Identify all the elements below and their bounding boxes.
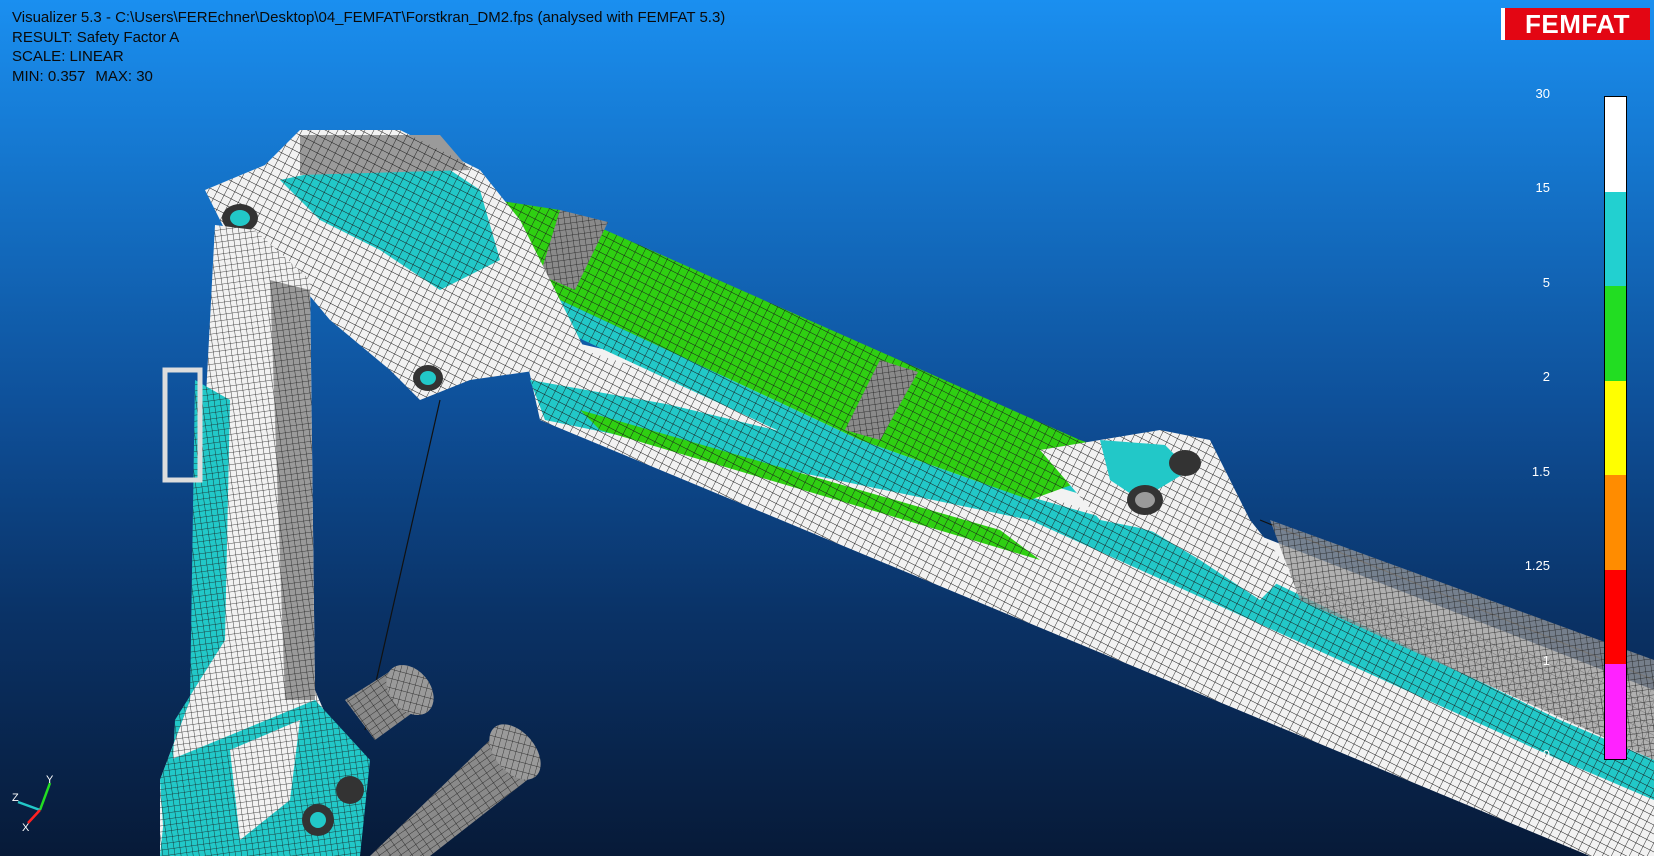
legend-swatch-5 [1605, 475, 1626, 570]
scale-label: SCALE: LINEAR [12, 48, 124, 66]
legend-swatch-2 [1605, 191, 1626, 286]
legend-label-2: 2 [1542, 369, 1550, 384]
main-boom[interactable] [520, 330, 1654, 856]
axis-triad: Y Z X [12, 774, 54, 834]
model-viewport[interactable]: Y Z X [0, 0, 1654, 856]
legend-swatch-7 [1605, 664, 1626, 759]
axis-y-label: Y [46, 774, 54, 786]
result-label: RESULT: Safety Factor A [12, 28, 180, 46]
legend-swatch-6 [1605, 569, 1626, 664]
femfat-logo: FEMFAT [1501, 8, 1650, 40]
legend-swatch-4 [1605, 380, 1626, 475]
axis-z-label: Z [12, 792, 19, 804]
base-cylinder-lower[interactable] [370, 715, 551, 856]
legend-label-1-25: 1.25 [1524, 558, 1550, 573]
legend-label-15: 15 [1535, 180, 1550, 195]
axis-x-label: X [22, 822, 30, 834]
result-info-header: Visualizer 5.3 - C:\Users\FEREchner\Desk… [12, 8, 725, 87]
max-value: MAX: 30 [95, 68, 153, 86]
min-value: MIN: 0.357 [12, 68, 86, 86]
window-title: Visualizer 5.3 - C:\Users\FEREchner\Desk… [12, 9, 726, 26]
min-max-label: MIN: 0.357 MAX: 30 [12, 67, 725, 87]
legend-swatch-1 [1605, 97, 1626, 192]
base-cylinder-upper[interactable] [345, 656, 443, 740]
legend-label-30: 30 [1535, 86, 1550, 101]
legend-swatch-3 [1605, 286, 1626, 381]
legend-label-1-5: 1.5 [1531, 464, 1550, 479]
legend-label-1: 1 [1542, 653, 1550, 668]
legend-label-0: 0 [1542, 747, 1550, 762]
legend-label-5: 5 [1542, 275, 1550, 290]
legend-color-bar [1604, 96, 1627, 760]
